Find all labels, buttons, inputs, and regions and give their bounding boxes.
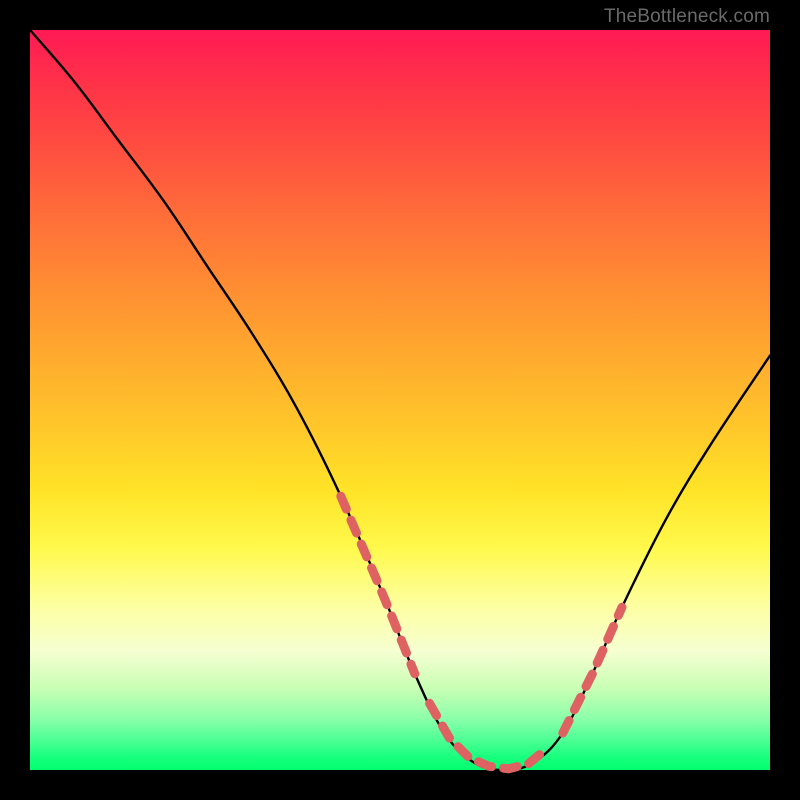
curve-layer	[30, 30, 770, 770]
overlay-left	[341, 496, 415, 674]
plot-area	[30, 30, 770, 770]
chart-frame: TheBottleneck.com	[0, 0, 800, 800]
source-label: TheBottleneck.com	[604, 6, 770, 28]
bottleneck-curve	[30, 30, 770, 770]
overlay-valley	[430, 703, 548, 768]
overlay-right	[563, 607, 622, 733]
overlay-dashes	[341, 496, 622, 769]
